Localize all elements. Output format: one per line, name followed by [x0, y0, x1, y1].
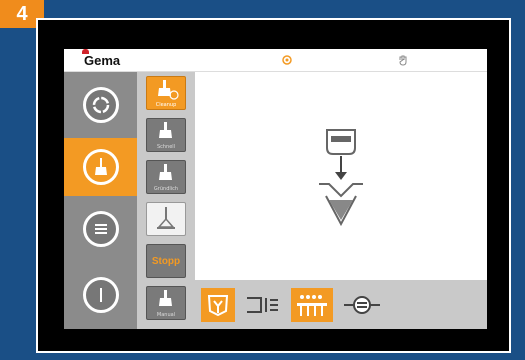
brush-manual-icon [159, 290, 172, 306]
hopper-icon [326, 129, 356, 155]
hose-button[interactable] [341, 288, 383, 322]
brand-name: Gema [84, 53, 121, 68]
gema-logo: Gema [82, 49, 121, 68]
stop-button[interactable]: Stopp [146, 244, 186, 278]
ring-icon [82, 87, 119, 123]
funnel-icon [319, 183, 363, 227]
subbar-item-cleanup[interactable]: Cleanup [146, 76, 186, 110]
hopper-down-icon [207, 295, 229, 317]
ejector-icon [247, 297, 278, 313]
subbar-label: Cleanup [155, 102, 177, 108]
hopper-to-funnel-diagram [319, 129, 363, 227]
touch-screen: Gema Cleanup Schnell Gründlich Stopp Man… [64, 49, 487, 329]
subbar-label: Gründlich [153, 186, 179, 192]
settings-icon[interactable] [281, 54, 293, 66]
hose-icon [344, 296, 380, 314]
guns-button[interactable] [291, 288, 333, 322]
logo-accent [82, 49, 89, 54]
subbar-label: Schnell [156, 144, 176, 150]
subbar-item-funnel[interactable] [146, 202, 186, 236]
sidebar-item-power[interactable] [64, 266, 137, 324]
subbar-item-manual[interactable]: Manual [146, 286, 186, 320]
subbar-label: Manual [156, 312, 176, 318]
funnel-icon [157, 207, 175, 229]
main-sidebar [64, 72, 137, 329]
bottom-toolbar [195, 280, 487, 329]
sidebar-item-cleaning[interactable] [64, 138, 137, 196]
menu-lines-icon [82, 211, 119, 247]
hopper-down-button[interactable] [201, 288, 235, 322]
device-frame: Gema Cleanup Schnell Gründlich Stopp Man… [36, 18, 511, 353]
brush-fast-icon [159, 122, 172, 138]
subbar-item-fast[interactable]: Schnell [146, 118, 186, 152]
sub-sidebar: Cleanup Schnell Gründlich Stopp Manual [137, 72, 195, 329]
subbar-item-thorough[interactable]: Gründlich [146, 160, 186, 194]
arrow-down-icon [335, 156, 347, 180]
brush-icon [82, 149, 119, 185]
hopper-clean-icon [158, 80, 179, 100]
sidebar-item-menu[interactable] [64, 200, 137, 258]
guns-icon [297, 295, 327, 316]
hand-icon[interactable] [397, 54, 409, 66]
top-bar: Gema [64, 49, 487, 72]
power-icon [82, 277, 119, 313]
brush-thorough-icon [159, 164, 172, 180]
main-content [195, 72, 487, 280]
ejector-button[interactable] [243, 288, 283, 322]
sidebar-item-ring[interactable] [64, 76, 137, 134]
